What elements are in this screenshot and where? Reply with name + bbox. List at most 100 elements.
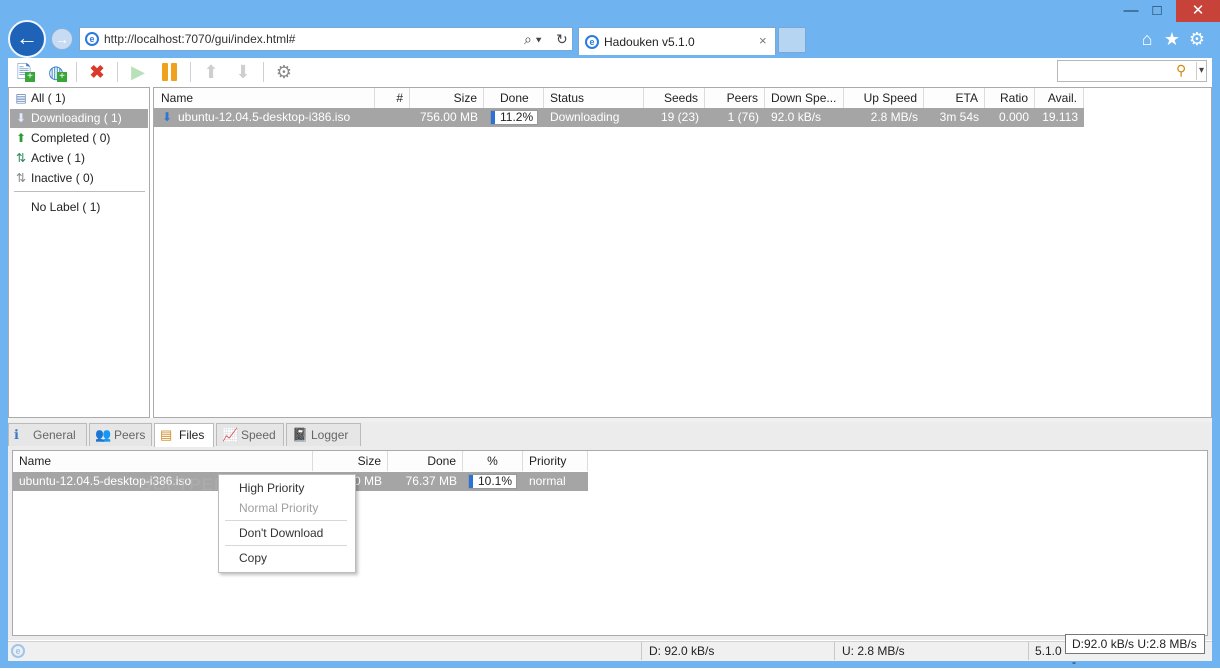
back-button[interactable]: ← xyxy=(8,20,46,58)
tab-close-icon[interactable]: × xyxy=(759,33,767,48)
column-header[interactable]: Down Spe... xyxy=(765,88,844,108)
move-up-button[interactable]: ⬆ xyxy=(198,60,224,84)
progress-label: 10.1% xyxy=(478,474,513,488)
refresh-icon[interactable]: ↻ xyxy=(556,31,568,48)
column-header[interactable]: Name xyxy=(154,88,375,108)
column-header[interactable]: Size xyxy=(313,451,388,471)
status-bar xyxy=(8,641,1212,661)
menu-separator xyxy=(225,520,347,521)
tab-label: Speed xyxy=(241,428,276,442)
speed-tooltip: D:92.0 kB/s U:2.8 MB/s - xyxy=(1065,634,1205,669)
play-icon: ▶ xyxy=(131,62,145,82)
download-arrow-icon: ⬇ xyxy=(162,110,173,124)
filter-item[interactable]: ⬆ Completed ( 0) xyxy=(10,129,148,148)
cell-name: ubuntu-12.04.5-desktop-i386.iso xyxy=(178,110,351,124)
upload-arrow-icon: ⬆ xyxy=(15,131,27,145)
column-header[interactable]: Seeds xyxy=(644,88,705,108)
pause-button[interactable] xyxy=(157,60,183,84)
favorites-star-icon[interactable]: ★ xyxy=(1161,28,1183,50)
search-dropdown-icon[interactable]: ⌕ ▾ xyxy=(524,31,542,48)
filter-item-label: Inactive ( 0) xyxy=(31,171,94,185)
column-header[interactable]: Up Speed xyxy=(844,88,924,108)
label-filter-label: No Label ( 1) xyxy=(31,200,101,214)
minimize-button[interactable]: — xyxy=(1118,0,1144,22)
start-button[interactable]: ▶ xyxy=(125,60,151,84)
all-icon: ▤ xyxy=(15,91,27,105)
tab-label: General xyxy=(33,428,76,442)
column-header[interactable]: Done xyxy=(484,88,544,108)
settings-gear-icon[interactable]: ⚙ xyxy=(1186,28,1208,50)
remove-button[interactable]: ✖ xyxy=(84,60,110,84)
label-filter-item[interactable]: No Label ( 1) xyxy=(10,198,148,217)
speed-chart-icon: 📈 xyxy=(222,427,239,442)
column-header[interactable]: Size xyxy=(410,88,484,108)
gear-icon: ⚙ xyxy=(275,62,293,82)
menu-item-normal-priority[interactable]: Normal Priority xyxy=(239,501,318,515)
files-icon: ▤ xyxy=(160,427,173,442)
cell-size: 756.00 MB xyxy=(419,110,478,124)
pause-bar-icon xyxy=(162,63,168,81)
column-header[interactable]: Name xyxy=(13,451,313,471)
tab-label: Peers xyxy=(114,428,146,442)
column-header[interactable]: Priority xyxy=(523,451,588,471)
filter-item[interactable]: ▤ All ( 1) xyxy=(10,89,148,108)
plus-badge-icon: + xyxy=(25,72,35,82)
filter-item[interactable]: ⇅ Inactive ( 0) xyxy=(10,169,148,188)
close-window-button[interactable]: ✕ xyxy=(1176,0,1220,22)
cell-num xyxy=(375,108,410,126)
tab-speed[interactable]: 📈 Speed xyxy=(216,423,284,446)
tab-peers[interactable]: 👥 Peers xyxy=(89,423,152,446)
arrow-left-icon: ← xyxy=(16,25,38,50)
tab-general[interactable]: ℹ General xyxy=(8,423,87,446)
column-header[interactable]: ETA xyxy=(924,88,985,108)
menu-item-dont-download[interactable]: Don't Download xyxy=(239,526,323,540)
home-icon[interactable]: ⌂ xyxy=(1136,28,1158,50)
toolbar-separator xyxy=(190,62,191,82)
menu-item-copy[interactable]: Copy xyxy=(239,551,267,565)
menu-item-high-priority[interactable]: High Priority xyxy=(239,481,304,495)
column-header[interactable]: Peers xyxy=(705,88,765,108)
filter-item[interactable]: ⬇ Downloading ( 1) xyxy=(10,109,148,128)
column-header[interactable]: Status xyxy=(544,88,644,108)
search-input[interactable]: ⚲ ▾ xyxy=(1057,60,1207,82)
cell-eta: 3m 54s xyxy=(939,110,979,124)
column-header[interactable]: Avail. xyxy=(1035,88,1084,108)
column-header[interactable]: # xyxy=(375,88,410,108)
toolbar-separator xyxy=(76,62,77,82)
tab-logger[interactable]: 📓 Logger xyxy=(286,423,361,446)
status-version: 5.1.0 xyxy=(1035,644,1062,658)
filter-item[interactable]: ⇅ Active ( 1) xyxy=(10,149,148,168)
new-tab-button[interactable] xyxy=(778,27,806,53)
search-icon[interactable]: ⚲ xyxy=(1176,62,1186,79)
tab-title: Hadouken v5.1.0 xyxy=(604,35,695,49)
context-menu: High Priority Normal Priority Don't Down… xyxy=(218,474,356,573)
logger-icon: 📓 xyxy=(292,427,309,442)
filter-item-label: Completed ( 0) xyxy=(31,131,111,145)
progress-bar: 10.1% xyxy=(468,474,517,489)
progress-fill xyxy=(469,475,473,488)
address-bar[interactable]: e http://localhost:7070/gui/index.html# … xyxy=(79,27,573,51)
cell-peers: 1 (76) xyxy=(727,110,759,124)
status-up-speed: U: 2.8 MB/s xyxy=(842,644,905,658)
cell-down-speed: 92.0 kB/s xyxy=(771,110,822,124)
search-dropdown-icon[interactable]: ▾ xyxy=(1196,62,1204,80)
window-border-bottom xyxy=(0,660,1220,668)
address-text[interactable]: http://localhost:7070/gui/index.html# xyxy=(104,32,295,46)
status-divider xyxy=(834,642,835,660)
arrow-down-icon: ⬇ xyxy=(235,62,251,82)
maximize-button[interactable]: □ xyxy=(1144,0,1170,22)
browser-tab[interactable]: e Hadouken v5.1.0 × xyxy=(578,27,776,55)
download-arrow-icon: ⬇ xyxy=(15,111,27,125)
ie-tab-icon: e xyxy=(585,35,599,49)
tab-files[interactable]: ▤ Files xyxy=(154,423,214,447)
status-divider xyxy=(641,642,642,660)
forward-button[interactable]: → xyxy=(51,28,73,50)
toolbar-separator xyxy=(117,62,118,82)
column-header[interactable]: % xyxy=(463,451,523,471)
cell-up-speed: 2.8 MB/s xyxy=(870,110,918,124)
move-down-button[interactable]: ⬇ xyxy=(230,60,256,84)
column-header[interactable]: Ratio xyxy=(985,88,1035,108)
settings-button[interactable]: ⚙ xyxy=(271,60,297,84)
column-header[interactable]: Done xyxy=(388,451,463,471)
tab-label: Logger xyxy=(311,428,349,442)
